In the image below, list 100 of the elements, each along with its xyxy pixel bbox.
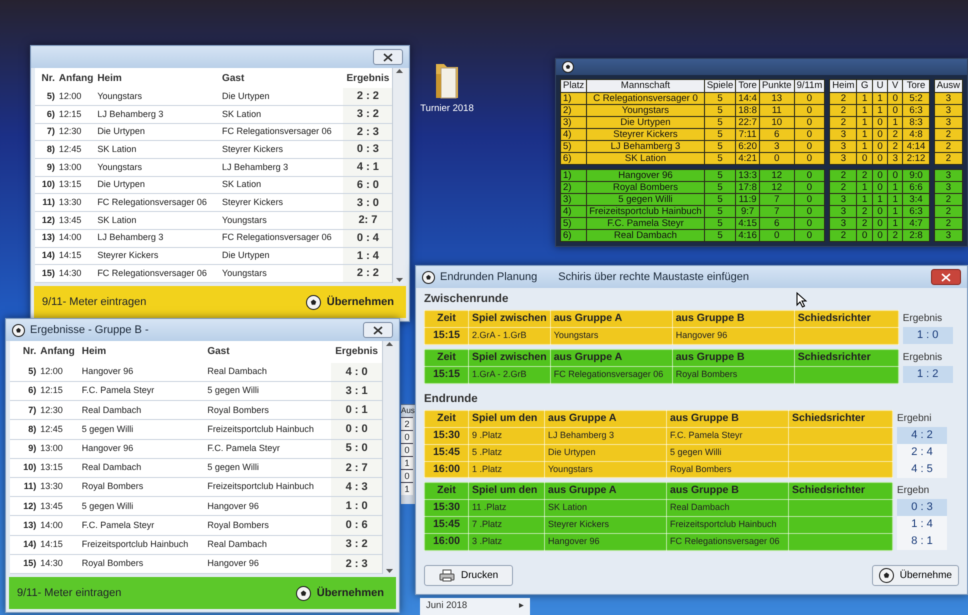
table-cell: 1 .Platz bbox=[468, 461, 544, 478]
footer-link[interactable]: 9/11- Meter eintragen bbox=[17, 584, 122, 602]
table-cell: 13:15 bbox=[38, 458, 80, 478]
table-cell: 4 : 3 bbox=[330, 478, 382, 497]
icon-label[interactable]: Turnier 2018 bbox=[420, 102, 474, 116]
ball-icon bbox=[306, 294, 321, 310]
print-button[interactable]: Drucken bbox=[424, 565, 514, 586]
score-cell[interactable]: 1 : 2 bbox=[902, 366, 953, 383]
table-cell: Royal Bombers bbox=[80, 554, 206, 574]
table-cell: 0 : 6 bbox=[330, 516, 382, 536]
table-cell: 13:45 bbox=[38, 496, 80, 516]
score-cell[interactable]: 4 : 5 bbox=[897, 461, 947, 478]
table-cell: Freizeitsportclub Hainbuch bbox=[80, 535, 206, 554]
table-cell: 13:45 bbox=[56, 212, 96, 230]
table-cell: 14) bbox=[10, 535, 38, 554]
column-header: U bbox=[872, 80, 888, 92]
table-cell: 3 : 2 bbox=[343, 105, 392, 124]
section-label: Endrunde bbox=[424, 392, 478, 407]
menu-item[interactable]: Juni 2018 ▸ bbox=[420, 598, 530, 615]
table-cell: FC Relegationsversager 06 bbox=[95, 194, 220, 212]
table-cell: Hangover 96 bbox=[80, 439, 206, 458]
app-icon bbox=[562, 61, 574, 73]
table-cell: 5 gegen Willi bbox=[205, 458, 331, 478]
column-header: Spiele bbox=[704, 80, 736, 92]
column-header: Aus bbox=[401, 405, 415, 417]
table-cell: 2.GrA - 1.GrB bbox=[468, 328, 550, 344]
score-cell[interactable]: 8 : 1 bbox=[897, 533, 947, 550]
column-header: aus Gruppe A bbox=[544, 410, 666, 428]
table-cell: 7) bbox=[35, 123, 57, 141]
section-label: Zwischenrunde bbox=[424, 292, 508, 307]
table-cell: 8) bbox=[35, 140, 57, 159]
column-header: Ergebnis bbox=[343, 68, 392, 88]
scroll-down-icon bbox=[386, 569, 393, 574]
table-cell: 12) bbox=[35, 212, 57, 230]
column-header: aus Gruppe B bbox=[672, 350, 794, 366]
close-button[interactable] bbox=[373, 49, 403, 65]
column-header: Spiel zwischen bbox=[468, 310, 550, 328]
score-cell[interactable]: 2 : 4 bbox=[897, 444, 947, 461]
table-cell: Real Dambach bbox=[666, 500, 788, 516]
table-cell: 2 : 2 bbox=[343, 264, 392, 282]
scrollbar[interactable] bbox=[392, 68, 405, 283]
score-cell[interactable]: 0 : 3 bbox=[897, 499, 947, 516]
table-cell: 12:30 bbox=[56, 123, 96, 141]
table-cell: 5 gegen Willi bbox=[205, 382, 331, 401]
table-cell: 0 bbox=[401, 430, 413, 443]
table-cell: SK Lation bbox=[544, 500, 666, 516]
cursor-icon bbox=[796, 292, 807, 308]
column-header: aus Gruppe B bbox=[672, 310, 794, 328]
table-cell: Royal Bombers bbox=[80, 478, 206, 497]
table-cell: 10) bbox=[35, 176, 57, 194]
close-button[interactable] bbox=[363, 322, 393, 338]
table-cell: 2 bbox=[830, 170, 857, 182]
table-cell: 15:45 bbox=[424, 516, 468, 534]
table-cell: Real Dambach bbox=[80, 400, 206, 420]
table-cell: 5 .Platz bbox=[468, 444, 544, 461]
table-cell: 3 bbox=[934, 170, 962, 182]
footer-link[interactable]: 9/11- Meter eintragen bbox=[42, 294, 146, 310]
apply-button[interactable]: Übernehmen bbox=[292, 582, 388, 604]
table-cell: 6) bbox=[10, 382, 38, 401]
column-header: Heim bbox=[96, 72, 123, 86]
table-cell: 2 : 7 bbox=[330, 458, 382, 478]
column-header: Zeit bbox=[424, 310, 468, 328]
apply-button[interactable]: Übernehmen bbox=[302, 292, 398, 312]
table-cell: Steyrer Kickers bbox=[95, 247, 220, 265]
table-cell: 6) bbox=[560, 230, 587, 242]
table-cell: Youngstars bbox=[544, 461, 666, 478]
close-icon bbox=[941, 272, 951, 282]
table-cell: F.C. Pamela Steyr bbox=[80, 382, 206, 401]
column-header: Zeit bbox=[424, 350, 468, 366]
table-cell: Royal Bombers bbox=[205, 400, 331, 420]
table-cell: Hangover 96 bbox=[544, 533, 666, 550]
table-cell: 7) bbox=[10, 400, 38, 420]
score-cell[interactable]: 1 : 4 bbox=[897, 516, 947, 534]
table-cell: 0 : 1 bbox=[330, 400, 382, 420]
table-cell: 2: 7 bbox=[343, 212, 392, 230]
menu-label: Juni 2018 bbox=[426, 599, 468, 614]
score-cell[interactable]: 4 : 2 bbox=[897, 427, 947, 444]
table-cell: Steyrer Kickers bbox=[544, 516, 666, 534]
table-cell: 12:00 bbox=[38, 362, 80, 382]
ball-icon bbox=[296, 586, 311, 600]
table-cell: 0 : 3 bbox=[343, 140, 392, 159]
table-cell: F.C. Pamela Steyr bbox=[666, 428, 788, 444]
column-header: Anfang bbox=[58, 72, 94, 86]
table-cell: 13:15 bbox=[56, 176, 96, 194]
table-cell: 6) bbox=[35, 105, 57, 124]
column-header: Ausw bbox=[934, 80, 962, 92]
table-cell: 5 bbox=[704, 230, 736, 242]
apply-button[interactable]: Übernehme bbox=[872, 565, 959, 586]
ball-icon bbox=[878, 568, 894, 583]
table-cell: 2 bbox=[401, 417, 413, 430]
app-icon bbox=[12, 324, 25, 336]
table-cell: 4:16 bbox=[736, 230, 760, 242]
table-cell: 11) bbox=[10, 478, 38, 497]
score-cell[interactable]: 1 : 0 bbox=[902, 327, 953, 344]
table-cell: 5) bbox=[10, 362, 38, 382]
close-button[interactable] bbox=[931, 269, 961, 285]
table-cell: 2 : 3 bbox=[330, 554, 382, 574]
column-header: aus Gruppe A bbox=[544, 482, 666, 500]
scrollbar[interactable] bbox=[382, 341, 395, 574]
table-cell: 15:15 bbox=[424, 328, 468, 344]
